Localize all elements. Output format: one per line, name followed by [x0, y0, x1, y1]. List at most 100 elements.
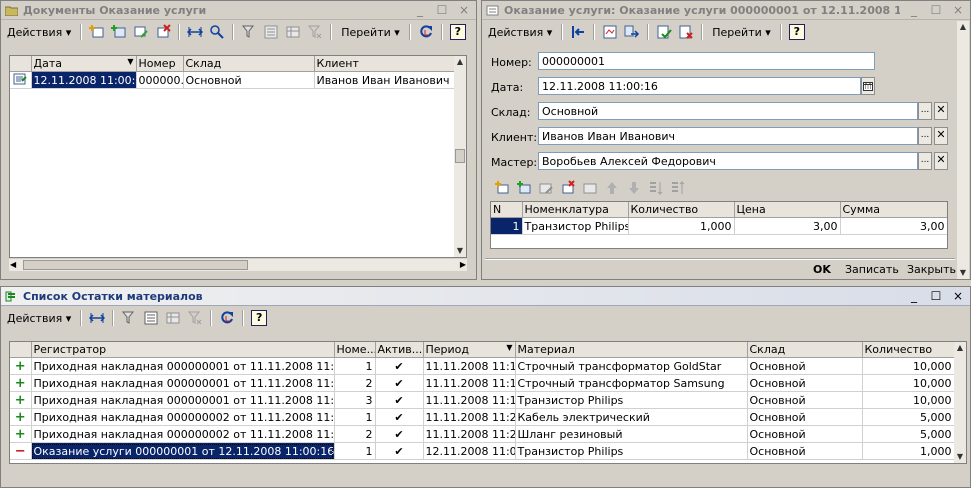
scroll-up-icon[interactable]: ▲: [954, 342, 966, 354]
filter-button[interactable]: [239, 23, 259, 41]
date-field[interactable]: 12.11.2008 11:00:16: [538, 77, 861, 95]
refresh-button[interactable]: [416, 23, 436, 41]
maximize-button[interactable]: ☐: [928, 289, 944, 304]
table-row[interactable]: + Приходная накладная 000000001 от 11.11…: [10, 374, 955, 392]
add-button[interactable]: [87, 23, 107, 41]
clear-filter-button[interactable]: [305, 23, 325, 41]
filter-set-button[interactable]: [261, 23, 281, 41]
filter-list-button[interactable]: [141, 309, 161, 327]
item-name-cell[interactable]: Транзистор Philips: [522, 217, 629, 235]
end-edit-button[interactable]: [580, 179, 600, 197]
maximize-button[interactable]: ☐: [928, 3, 944, 18]
period-cell[interactable]: 11.11.2008 11:2...: [423, 408, 516, 426]
documents-horizontal-scrollbar[interactable]: ◀ ▶: [9, 259, 467, 271]
period-cell[interactable]: 12.11.2008 11:0...: [423, 442, 516, 460]
minimize-button[interactable]: _: [906, 3, 922, 18]
column-active-header[interactable]: Актив...: [375, 342, 424, 358]
link-button[interactable]: [87, 309, 107, 327]
column-material-header[interactable]: Материал: [515, 342, 748, 358]
master-clear-button[interactable]: ✕: [934, 152, 948, 170]
sort-desc-button[interactable]: [668, 179, 688, 197]
registrar-cell[interactable]: Приходная накладная 000000001 от 11.11.2…: [31, 391, 335, 409]
document-warehouse-cell[interactable]: Основной: [183, 71, 315, 89]
warehouse-cell[interactable]: Основной: [747, 442, 863, 460]
view-button[interactable]: [283, 23, 303, 41]
material-cell[interactable]: Транзистор Philips: [515, 442, 748, 460]
add-row-button[interactable]: [492, 179, 512, 197]
column-warehouse-header[interactable]: Склад: [183, 56, 315, 72]
goto-menu[interactable]: Перейти ▾: [337, 25, 404, 40]
goto-menu[interactable]: Перейти ▾: [708, 25, 775, 40]
line-number-cell[interactable]: 1: [334, 357, 376, 375]
close-form-button[interactable]: Закрыть: [907, 263, 956, 276]
master-field[interactable]: Воробьев Алексей Федорович: [538, 152, 918, 170]
edit-row-button[interactable]: [536, 179, 556, 197]
scroll-down-icon[interactable]: ▼: [957, 267, 969, 279]
warehouse-select-button[interactable]: ...: [918, 102, 932, 120]
refresh-button[interactable]: [217, 309, 237, 327]
master-select-button[interactable]: ...: [918, 152, 932, 170]
document-number-cell[interactable]: 000000...: [136, 71, 184, 89]
link-button[interactable]: [185, 23, 205, 41]
table-row[interactable]: 1 Транзистор Philips 1,000 3,00 3,00: [491, 217, 947, 235]
minimize-button[interactable]: _: [906, 289, 922, 304]
move-up-button[interactable]: [602, 179, 622, 197]
quantity-cell[interactable]: 10,000: [862, 374, 955, 392]
table-row[interactable]: + Приходная накладная 000000001 от 11.11…: [10, 391, 955, 409]
filter-button[interactable]: [119, 309, 139, 327]
post-button[interactable]: [654, 23, 674, 41]
column-client-header[interactable]: Клиент: [314, 56, 455, 72]
column-item-header[interactable]: Номенклатура: [522, 202, 629, 218]
unpost-button[interactable]: [676, 23, 696, 41]
quantity-cell[interactable]: 5,000: [862, 408, 955, 426]
quantity-cell[interactable]: 5,000: [862, 425, 955, 443]
material-cell[interactable]: Транзистор Philips: [515, 391, 748, 409]
column-n-header[interactable]: N: [491, 202, 523, 218]
column-period-header[interactable]: Период ▼: [423, 342, 516, 358]
registrar-cell[interactable]: Приходная накладная 000000002 от 11.11.2…: [31, 408, 335, 426]
scroll-right-icon[interactable]: ▶: [460, 259, 466, 271]
period-cell[interactable]: 11.11.2008 11:2...: [423, 425, 516, 443]
column-sum-header[interactable]: Сумма: [840, 202, 947, 218]
warehouse-cell[interactable]: Основной: [747, 374, 863, 392]
material-cell[interactable]: Кабель электрический: [515, 408, 748, 426]
registrar-cell[interactable]: Приходная накладная 000000001 от 11.11.2…: [31, 374, 335, 392]
registrar-cell[interactable]: Приходная накладная 000000002 от 11.11.2…: [31, 425, 335, 443]
column-price-header[interactable]: Цена: [734, 202, 841, 218]
documents-list[interactable]: Дата ▼ Номер Склад Клиент 12.11.2008 11:0…: [9, 55, 467, 258]
quantity-cell[interactable]: 1,000: [862, 442, 955, 460]
client-field[interactable]: Иванов Иван Иванович: [538, 127, 918, 145]
period-cell[interactable]: 11.11.2008 11:1...: [423, 391, 516, 409]
move-down-button[interactable]: [624, 179, 644, 197]
column-line-number-header[interactable]: Номе...: [334, 342, 376, 358]
material-cell[interactable]: Строчный трансформатор Samsung: [515, 374, 748, 392]
movements-button[interactable]: [622, 23, 642, 41]
warehouse-cell[interactable]: Основной: [747, 425, 863, 443]
ok-button[interactable]: OK: [813, 263, 831, 276]
minimize-button[interactable]: _: [412, 3, 428, 18]
maximize-button[interactable]: ☐: [434, 3, 450, 18]
save-button[interactable]: Записать: [845, 263, 899, 276]
edit-button[interactable]: [131, 23, 151, 41]
scroll-down-icon[interactable]: ▼: [954, 451, 966, 463]
quantity-cell[interactable]: 10,000: [862, 391, 955, 409]
form-titlebar[interactable]: Оказание услуги: Оказание услуги 0000000…: [482, 1, 970, 20]
line-number-cell[interactable]: 2: [334, 374, 376, 392]
line-number-cell[interactable]: 1: [334, 408, 376, 426]
stock-vertical-scrollbar[interactable]: ▲ ▼: [954, 342, 966, 463]
item-sum-cell[interactable]: 3,00: [840, 217, 947, 235]
clear-filter-button[interactable]: [185, 309, 205, 327]
add-group-button[interactable]: [109, 23, 129, 41]
client-clear-button[interactable]: ✕: [934, 127, 948, 145]
column-quantity-header[interactable]: Количество: [862, 342, 955, 358]
column-registrar-header[interactable]: Регистратор: [31, 342, 335, 358]
scroll-left-icon[interactable]: ◀: [10, 259, 16, 271]
column-date-header[interactable]: Дата ▼: [31, 56, 137, 72]
view-button[interactable]: [163, 309, 183, 327]
item-qty-cell[interactable]: 1,000: [628, 217, 735, 235]
period-cell[interactable]: 11.11.2008 11:1...: [423, 374, 516, 392]
table-row[interactable]: 12.11.2008 11:00:16 000000... Основной И…: [10, 71, 455, 89]
table-row[interactable]: + Приходная накладная 000000001 от 11.11…: [10, 357, 955, 375]
scroll-up-icon[interactable]: ▲: [957, 21, 969, 33]
scroll-thumb[interactable]: [23, 260, 248, 270]
